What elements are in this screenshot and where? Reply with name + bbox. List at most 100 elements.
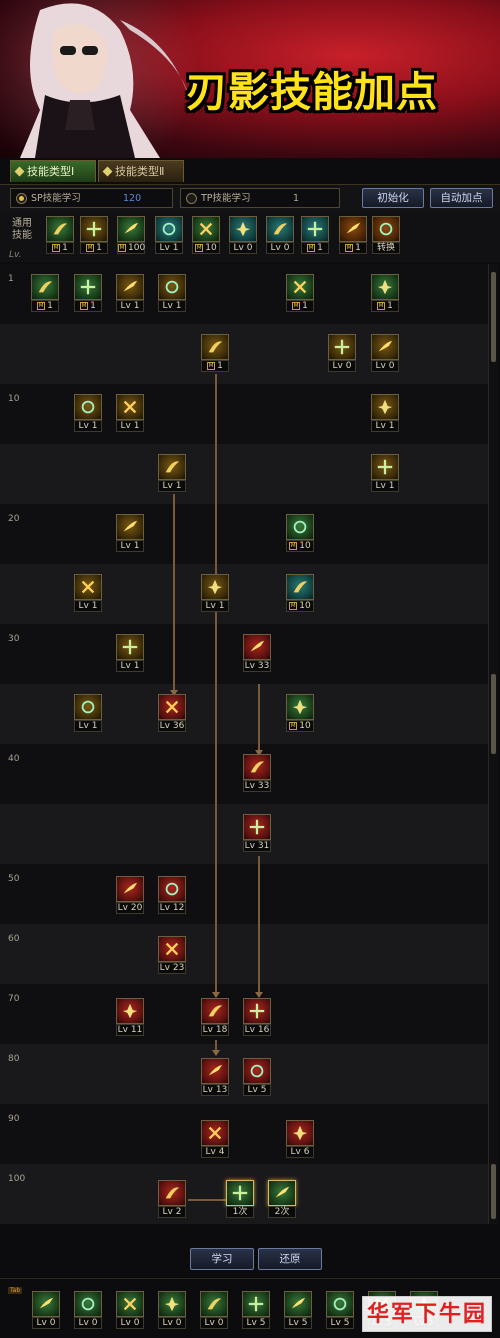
tree-skill-28[interactable]: Lv 23 bbox=[158, 936, 186, 974]
skill-level-text: Lv 5 bbox=[246, 1318, 266, 1328]
tree-skill-9[interactable]: Lv 1 bbox=[74, 394, 102, 432]
radio-icon bbox=[16, 193, 27, 204]
scrollbar-thumb[interactable] bbox=[491, 1164, 496, 1219]
tree-skill-10[interactable]: Lv 1 bbox=[116, 394, 144, 432]
skill-icon bbox=[201, 1058, 229, 1084]
tree-skill-14[interactable]: Lv 1 bbox=[116, 514, 144, 552]
quickbar-skill-5[interactable]: Lv 5 bbox=[242, 1291, 270, 1329]
tree-skill-11[interactable]: Lv 1 bbox=[371, 394, 399, 432]
common-skill-3[interactable]: Lv 1 bbox=[155, 216, 183, 254]
skill-level-text: Lv 4 bbox=[205, 1147, 225, 1157]
tree-connector bbox=[258, 684, 260, 754]
scrollbar-thumb[interactable] bbox=[491, 272, 496, 362]
auto-allocate-button[interactable]: 自动加点 bbox=[430, 188, 493, 208]
skill-level-caption: M 10 bbox=[286, 720, 314, 732]
tree-skill-0[interactable]: M1 bbox=[31, 274, 59, 312]
quickbar-skill-2[interactable]: Lv 0 bbox=[116, 1291, 144, 1329]
skill-level-caption: Lv 2 bbox=[158, 1206, 186, 1218]
common-skill-8[interactable]: M1 bbox=[339, 216, 367, 254]
tree-skill-16[interactable]: Lv 1 bbox=[74, 574, 102, 612]
tree-skill-15[interactable]: M 10 bbox=[286, 514, 314, 552]
skill-icon bbox=[371, 394, 399, 420]
tree-skill-18[interactable]: M 10 bbox=[286, 574, 314, 612]
level-row bbox=[0, 924, 488, 984]
tree-skill-27[interactable]: Lv 12 bbox=[158, 876, 186, 914]
tree-skill-8[interactable]: Lv 0 bbox=[371, 334, 399, 372]
tab-skill-type-1[interactable]: 技能类型Ⅰ bbox=[10, 160, 96, 182]
tree-skill-22[interactable]: Lv 36 bbox=[158, 694, 186, 732]
quickbar-skill-3[interactable]: Lv 0 bbox=[158, 1291, 186, 1329]
tree-skill-5[interactable]: M1 bbox=[371, 274, 399, 312]
tree-skill-21[interactable]: Lv 1 bbox=[74, 694, 102, 732]
tree-skill-32[interactable]: Lv 13 bbox=[201, 1058, 229, 1096]
tree-skill-25[interactable]: Lv 31 bbox=[243, 814, 271, 852]
skill-level-text: Lv 1 bbox=[159, 243, 179, 253]
tree-skill-36[interactable]: Lv 2 bbox=[158, 1180, 186, 1218]
skill-level-text: Lv 36 bbox=[159, 721, 185, 731]
skill-level-caption: Lv 16 bbox=[243, 1024, 271, 1036]
quickbar-skill-7[interactable]: Lv 5 bbox=[326, 1291, 354, 1329]
points-control-row: SP技能学习 120 TP技能学习 1 初始化 自动加点 bbox=[0, 184, 500, 212]
reset-button[interactable]: 初始化 bbox=[362, 188, 424, 208]
skill-level-caption: M1 bbox=[201, 360, 229, 372]
skill-level-text: Lv 1 bbox=[120, 661, 140, 671]
tree-skill-17[interactable]: Lv 1 bbox=[201, 574, 229, 612]
quickbar-skill-0[interactable]: Lv 0 bbox=[32, 1291, 60, 1329]
tree-skill-29[interactable]: Lv 11 bbox=[116, 998, 144, 1036]
tab-label: 技能类型Ⅰ bbox=[27, 165, 75, 178]
skill-level-text: 1 bbox=[62, 243, 68, 253]
tree-skill-19[interactable]: Lv 1 bbox=[116, 634, 144, 672]
common-skill-2[interactable]: M 100 bbox=[117, 216, 145, 254]
quickbar-skill-4[interactable]: Lv 0 bbox=[200, 1291, 228, 1329]
tree-skill-31[interactable]: Lv 16 bbox=[243, 998, 271, 1036]
tp-learning-radio[interactable]: TP技能学习 1 bbox=[180, 188, 340, 208]
learn-button[interactable]: 学习 bbox=[190, 1248, 254, 1270]
tree-skill-3[interactable]: Lv 1 bbox=[158, 274, 186, 312]
skill-level-caption: Lv 1 bbox=[158, 480, 186, 492]
tree-skill-33[interactable]: Lv 5 bbox=[243, 1058, 271, 1096]
common-skill-6[interactable]: Lv 0 bbox=[266, 216, 294, 254]
skill-level-text: Lv 20 bbox=[117, 903, 143, 913]
tree-skill-26[interactable]: Lv 20 bbox=[116, 876, 144, 914]
quickbar-skill-1[interactable]: Lv 0 bbox=[74, 1291, 102, 1329]
common-skill-1[interactable]: M1 bbox=[80, 216, 108, 254]
restore-button[interactable]: 还原 bbox=[258, 1248, 322, 1270]
tree-connector bbox=[173, 494, 175, 694]
tree-skill-6[interactable]: M1 bbox=[201, 334, 229, 372]
skill-icon bbox=[192, 216, 220, 242]
tree-skill-37[interactable]: 1次 bbox=[226, 1180, 254, 1218]
common-skill-9[interactable]: 转换 bbox=[372, 216, 400, 254]
tree-skill-24[interactable]: Lv 33 bbox=[243, 754, 271, 792]
radio-icon bbox=[186, 193, 197, 204]
tree-skill-35[interactable]: Lv 6 bbox=[286, 1120, 314, 1158]
skill-icon bbox=[266, 216, 294, 242]
level-label: 30 bbox=[8, 634, 20, 644]
tree-connector bbox=[258, 856, 260, 996]
tab-skill-type-2[interactable]: 技能类型Ⅱ bbox=[98, 160, 184, 182]
tree-skill-7[interactable]: Lv 0 bbox=[328, 334, 356, 372]
common-skill-7[interactable]: M1 bbox=[301, 216, 329, 254]
skill-level-caption: Lv 1 bbox=[371, 480, 399, 492]
common-skill-4[interactable]: M 10 bbox=[192, 216, 220, 254]
skill-level-text: Lv 0 bbox=[204, 1318, 224, 1328]
tree-skill-38[interactable]: 2次 bbox=[268, 1180, 296, 1218]
skill-level-caption: Lv 0 bbox=[200, 1317, 228, 1329]
common-skill-0[interactable]: M1 bbox=[46, 216, 74, 254]
skill-level-text: Lv 1 bbox=[375, 421, 395, 431]
scrollbar-thumb[interactable] bbox=[491, 674, 496, 754]
tree-skill-13[interactable]: Lv 1 bbox=[371, 454, 399, 492]
tree-skill-4[interactable]: M1 bbox=[286, 274, 314, 312]
tree-skill-2[interactable]: Lv 1 bbox=[116, 274, 144, 312]
mastery-badge-icon: M bbox=[207, 362, 216, 370]
tree-skill-20[interactable]: Lv 33 bbox=[243, 634, 271, 672]
tree-skill-23[interactable]: M 10 bbox=[286, 694, 314, 732]
quickbar-skill-6[interactable]: Lv 5 bbox=[284, 1291, 312, 1329]
tree-skill-34[interactable]: Lv 4 bbox=[201, 1120, 229, 1158]
skill-tree-scrollbar[interactable] bbox=[488, 264, 498, 1224]
sp-learning-radio[interactable]: SP技能学习 120 bbox=[10, 188, 173, 208]
tree-skill-30[interactable]: Lv 18 bbox=[201, 998, 229, 1036]
skill-level-caption: M 10 bbox=[286, 600, 314, 612]
tree-skill-1[interactable]: M1 bbox=[74, 274, 102, 312]
tree-skill-12[interactable]: Lv 1 bbox=[158, 454, 186, 492]
common-skill-5[interactable]: Lv 0 bbox=[229, 216, 257, 254]
